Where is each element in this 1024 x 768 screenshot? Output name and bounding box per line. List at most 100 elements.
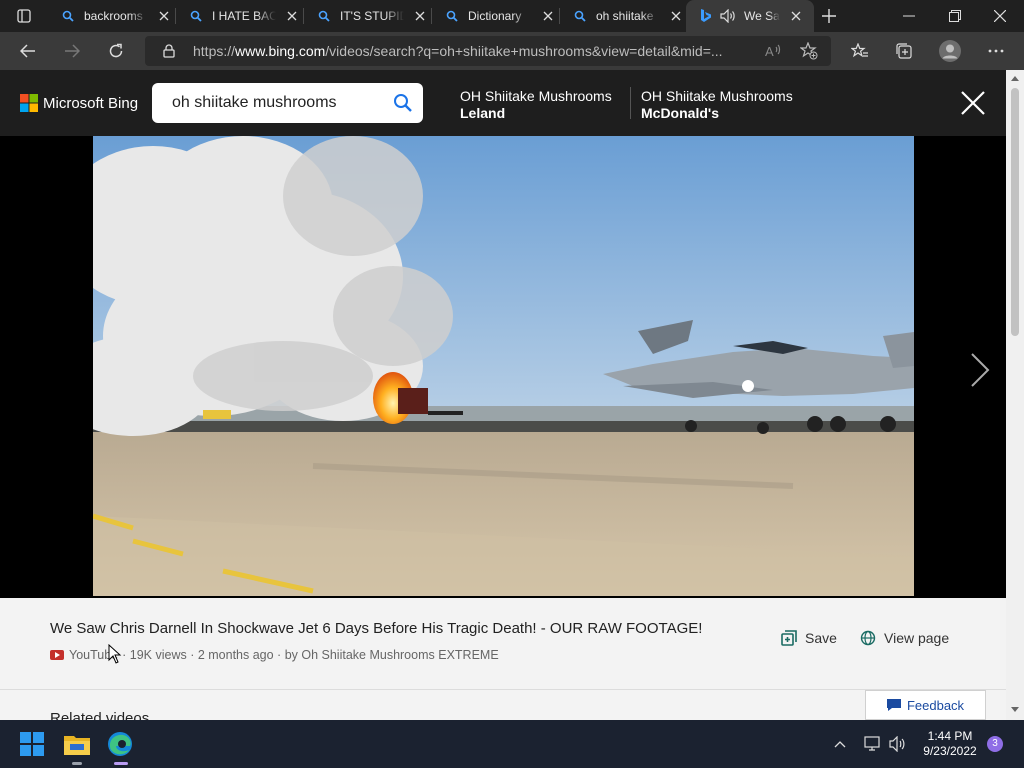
chat-bubble-icon bbox=[886, 699, 901, 711]
refresh-button[interactable] bbox=[100, 35, 132, 67]
svg-text:A: A bbox=[765, 44, 774, 59]
tab-title: oh shiitake bbox=[596, 9, 654, 23]
view-page-label: View page bbox=[884, 630, 950, 646]
related-search-subtitle: Leland bbox=[460, 105, 506, 121]
related-search-title: OH Shiitake Mushrooms bbox=[641, 88, 793, 104]
tab-strip: backrooms I HATE BACK IT'S STUPID Dictio… bbox=[0, 0, 1024, 32]
tab-title: Dictionary bbox=[468, 9, 522, 23]
favorites-button[interactable] bbox=[844, 35, 876, 67]
view-page-button[interactable]: View page bbox=[860, 630, 949, 646]
tab-actions-icon[interactable] bbox=[8, 0, 40, 32]
globe-icon bbox=[860, 630, 876, 646]
search-icon bbox=[572, 8, 588, 24]
restore-button[interactable] bbox=[939, 0, 971, 32]
address-bar[interactable]: https://www.bing.com/videos/search?q=oh+… bbox=[145, 36, 831, 66]
file-explorer-icon[interactable] bbox=[61, 728, 93, 760]
close-tab-icon[interactable] bbox=[668, 8, 684, 24]
search-input[interactable]: oh shiitake mushrooms bbox=[152, 83, 423, 123]
url-prefix: https:// bbox=[193, 43, 236, 59]
tab-title: backrooms bbox=[84, 9, 143, 23]
save-label: Save bbox=[805, 630, 837, 646]
close-tab-icon[interactable] bbox=[540, 8, 556, 24]
bing-video-header: Microsoft Bing oh shiitake mushrooms OH … bbox=[0, 70, 1006, 136]
profile-avatar[interactable] bbox=[934, 35, 966, 67]
lock-icon[interactable] bbox=[163, 44, 175, 63]
related-search-title: OH Shiitake Mushrooms bbox=[460, 88, 612, 104]
tab-dictionary[interactable]: Dictionary bbox=[432, 0, 558, 32]
show-hidden-icons-chevron-icon[interactable] bbox=[830, 728, 850, 760]
running-indicator bbox=[72, 762, 82, 765]
tab-its-stupid[interactable]: IT'S STUPID bbox=[304, 0, 430, 32]
video-player[interactable] bbox=[93, 136, 914, 596]
search-icon bbox=[60, 8, 76, 24]
close-tab-icon[interactable] bbox=[284, 8, 300, 24]
forward-button[interactable] bbox=[56, 35, 88, 67]
windows-start-icon[interactable] bbox=[16, 728, 48, 760]
close-tab-icon[interactable] bbox=[412, 8, 428, 24]
video-info-panel: We Saw Chris Darnell In Shockwave Jet 6 … bbox=[0, 598, 1006, 720]
read-aloud-icon[interactable]: A bbox=[765, 43, 783, 64]
feedback-button[interactable]: Feedback bbox=[865, 690, 986, 720]
search-icon bbox=[316, 8, 332, 24]
tab-title: IT'S STUPID bbox=[340, 9, 404, 23]
notification-badge[interactable]: 3 bbox=[987, 736, 1003, 752]
microsoft-bing-logo[interactable]: Microsoft Bing bbox=[20, 94, 138, 112]
related-search-subtitle: McDonald's bbox=[641, 105, 720, 121]
close-tab-icon[interactable] bbox=[788, 8, 804, 24]
close-tab-icon[interactable] bbox=[156, 8, 172, 24]
bing-logo-text: Microsoft Bing bbox=[43, 94, 139, 112]
microsoft-logo-icon bbox=[20, 94, 38, 112]
add-favorite-icon[interactable] bbox=[799, 41, 818, 65]
volume-icon[interactable] bbox=[887, 728, 909, 760]
minimize-button[interactable] bbox=[893, 0, 925, 32]
url-domain: www.bing.com bbox=[235, 43, 326, 59]
windows-taskbar: 1:44 PM 9/23/2022 3 bbox=[0, 720, 1024, 768]
tab-i-hate-back[interactable]: I HATE BACK bbox=[176, 0, 302, 32]
save-icon bbox=[781, 630, 797, 646]
tab-oh-shiitake[interactable]: oh shiitake bbox=[560, 0, 684, 32]
mouse-cursor-icon bbox=[108, 644, 122, 664]
back-button[interactable] bbox=[12, 35, 44, 67]
related-search-leland[interactable]: OH Shiitake Mushrooms Leland bbox=[460, 88, 612, 122]
browser-toolbar: https://www.bing.com/videos/search?q=oh+… bbox=[0, 32, 1024, 70]
network-icon[interactable] bbox=[862, 728, 884, 760]
related-videos-heading: Related videos bbox=[50, 710, 150, 720]
audio-playing-icon[interactable] bbox=[720, 9, 736, 23]
url-text: https://www.bing.com/videos/search?q=oh+… bbox=[193, 43, 723, 59]
search-icon bbox=[188, 8, 204, 24]
scroll-down-icon[interactable] bbox=[1010, 706, 1020, 714]
close-icon[interactable] bbox=[958, 88, 988, 118]
active-app-indicator bbox=[114, 762, 128, 765]
video-player-area bbox=[0, 136, 1006, 598]
video-frame-image bbox=[93, 136, 914, 596]
page-scrollbar[interactable] bbox=[1006, 70, 1024, 720]
tab-backrooms[interactable]: backrooms bbox=[48, 0, 174, 32]
tab-we-saw-active[interactable]: We Sa bbox=[686, 0, 814, 32]
tab-title: I HATE BACK bbox=[212, 9, 276, 23]
microsoft-edge-icon[interactable] bbox=[104, 728, 136, 760]
search-icon bbox=[444, 8, 460, 24]
save-button[interactable]: Save bbox=[781, 630, 837, 646]
youtube-icon bbox=[50, 650, 64, 660]
scrollbar-thumb[interactable] bbox=[1011, 88, 1019, 336]
more-options-icon[interactable] bbox=[980, 35, 1012, 67]
search-query-text: oh shiitake mushrooms bbox=[172, 94, 337, 111]
close-window-button[interactable] bbox=[984, 0, 1016, 32]
tab-title: We Sa bbox=[744, 9, 780, 23]
collections-button[interactable] bbox=[888, 35, 920, 67]
scroll-up-icon[interactable] bbox=[1010, 74, 1020, 82]
bing-icon bbox=[698, 8, 714, 24]
clock-date: 9/23/2022 bbox=[923, 744, 977, 758]
video-stats: · 19K views · 2 months ago · by Oh Shiit… bbox=[122, 648, 499, 662]
next-video-chevron-icon[interactable] bbox=[968, 352, 992, 388]
related-divider bbox=[630, 87, 631, 119]
system-clock[interactable]: 1:44 PM 9/23/2022 bbox=[915, 729, 985, 759]
new-tab-button[interactable] bbox=[813, 0, 845, 32]
video-title[interactable]: We Saw Chris Darnell In Shockwave Jet 6 … bbox=[50, 620, 702, 637]
related-search-mcdonalds[interactable]: OH Shiitake Mushrooms McDonald's bbox=[641, 88, 793, 122]
url-path: /videos/search?q=oh+shiitake+mushrooms&v… bbox=[325, 43, 723, 59]
divider bbox=[0, 689, 1006, 690]
feedback-label: Feedback bbox=[906, 697, 965, 713]
search-icon[interactable] bbox=[393, 93, 413, 113]
clock-time: 1:44 PM bbox=[927, 729, 973, 743]
